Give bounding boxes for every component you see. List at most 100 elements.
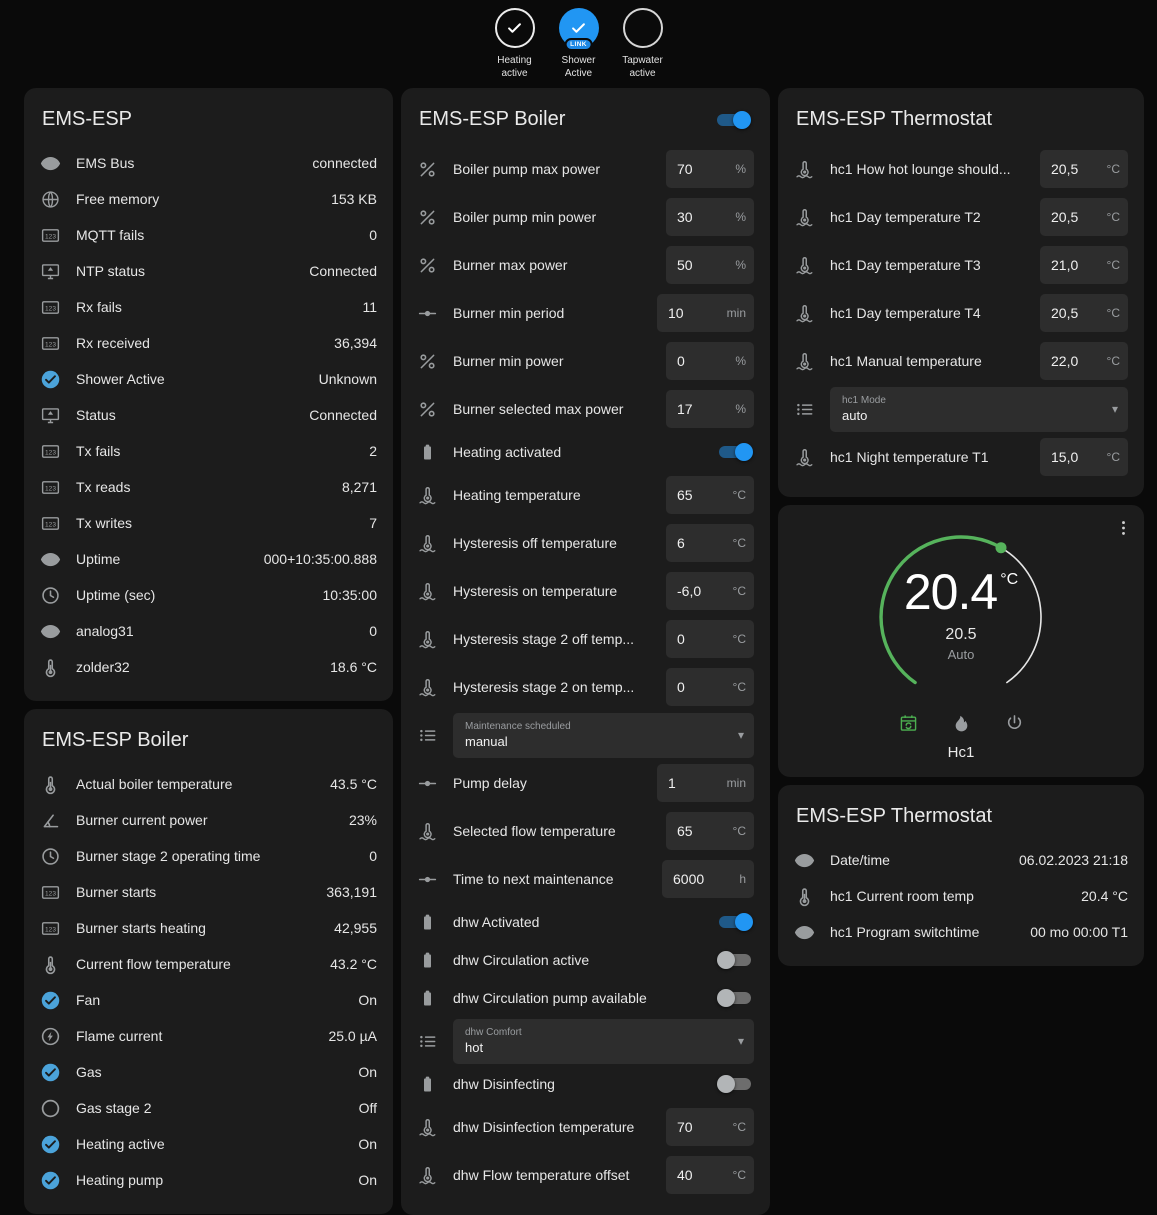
row-hysteresis-on-temperature: Hysteresis on temperature-6,0°C: [417, 567, 754, 615]
number-input-hysteresis-stage-2-off-temp[interactable]: 0°C: [666, 620, 754, 658]
row-rx-fails[interactable]: 123Rx fails11: [40, 289, 377, 325]
row-uptime[interactable]: Uptime000+10:35:00.888: [40, 541, 377, 577]
row-burner-starts-heating[interactable]: 123Burner starts heating42,955: [40, 910, 377, 946]
row-zolder32[interactable]: zolder3218.6 °C: [40, 649, 377, 685]
row-actual-boiler-temperature[interactable]: Actual boiler temperature43.5 °C: [40, 766, 377, 802]
row-label: Rx received: [76, 335, 319, 351]
number-input-hc1-day-temperature-t3[interactable]: 21,0°C: [1040, 246, 1128, 284]
select-dhw-comfort[interactable]: dhw Comforthot▾: [453, 1019, 754, 1064]
badge-label: Heating active: [487, 55, 543, 80]
number-input-hysteresis-off-temperature[interactable]: 6°C: [666, 524, 754, 562]
row-tx-writes[interactable]: 123Tx writes7: [40, 505, 377, 541]
number-input-boiler-pump-max-power[interactable]: 70%: [666, 150, 754, 188]
number-input-selected-flow-temperature[interactable]: 65°C: [666, 812, 754, 850]
select-maintenance-scheduled[interactable]: Maintenance scheduledmanual▾: [453, 713, 754, 758]
row-tx-fails[interactable]: 123Tx fails2: [40, 433, 377, 469]
row-ems-bus[interactable]: EMS Busconnected: [40, 145, 377, 181]
thermostat-name: Hc1: [794, 744, 1128, 761]
thermo-water-icon: [417, 1117, 438, 1138]
row-hc1-program-switchtime[interactable]: hc1 Program switchtime00 mo 00:00 T1: [794, 914, 1128, 950]
number-input-burner-max-power[interactable]: 50%: [666, 246, 754, 284]
toggle-dhw-activated[interactable]: [716, 912, 754, 932]
boiler-icon: [417, 988, 438, 1009]
row-label: dhw Flow temperature offset: [453, 1167, 651, 1183]
dots-vertical-icon: [1113, 518, 1134, 538]
number-input-burner-min-period[interactable]: 10min: [657, 294, 754, 332]
row-fan[interactable]: FanOn: [40, 982, 377, 1018]
number-input-hc1-day-temperature-t2[interactable]: 20,5°C: [1040, 198, 1128, 236]
row-status[interactable]: StatusConnected: [40, 397, 377, 433]
row-flame-current[interactable]: Flame current25.0 µA: [40, 1018, 377, 1054]
toggle-dhw-circulation-pump-available[interactable]: [716, 988, 754, 1008]
number-input-dhw-flow-temperature-offset[interactable]: 40°C: [666, 1156, 754, 1194]
number-input-hc1-manual-temperature[interactable]: 22,0°C: [1040, 342, 1128, 380]
card-header: EMS-ESP Thermostat: [794, 797, 1128, 842]
row-value: 43.2 °C: [330, 956, 377, 972]
number-input-pump-delay[interactable]: 1min: [657, 764, 754, 802]
row-current-flow-temperature[interactable]: Current flow temperature43.2 °C: [40, 946, 377, 982]
row-hc1-current-room-temp[interactable]: hc1 Current room temp20.4 °C: [794, 878, 1128, 914]
number-input-hysteresis-stage-2-on-temp[interactable]: 0°C: [666, 668, 754, 706]
number-input-hysteresis-on-temperature[interactable]: -6,0°C: [666, 572, 754, 610]
calendar-sync-button[interactable]: [895, 710, 922, 736]
toggle-dhw-disinfecting[interactable]: [716, 1074, 754, 1094]
row-boiler-pump-max-power: Boiler pump max power70%: [417, 145, 754, 193]
row-date-time[interactable]: Date/time06.02.2023 21:18: [794, 842, 1128, 878]
row-burner-current-power[interactable]: Burner current power23%: [40, 802, 377, 838]
percent-icon: [417, 159, 438, 180]
row-selected-flow-temperature: Selected flow temperature65°C: [417, 807, 754, 855]
number-unit: %: [735, 210, 746, 224]
badge-tapwater-active[interactable]: Tapwater active: [614, 8, 672, 80]
toggle-dhw-circulation-active[interactable]: [716, 950, 754, 970]
number-input-dhw-disinfection-temperature[interactable]: 70°C: [666, 1108, 754, 1146]
number-input-hc1-night-temperature-t1[interactable]: 15,0°C: [1040, 438, 1128, 476]
badge-circle: [495, 8, 535, 48]
row-label: dhw Activated: [453, 914, 701, 930]
row-heating-active[interactable]: Heating activeOn: [40, 1126, 377, 1162]
toggle-heating-activated[interactable]: [716, 442, 754, 462]
thermostat-dial[interactable]: 20.4°C20.5Auto: [861, 525, 1061, 708]
row-burner-starts[interactable]: 123Burner starts363,191: [40, 874, 377, 910]
badge-heating-active[interactable]: Heating active: [486, 8, 544, 80]
row-label: Hysteresis stage 2 on temp...: [453, 679, 651, 695]
percent-icon: [417, 351, 438, 372]
number-input-boiler-pump-min-power[interactable]: 30%: [666, 198, 754, 236]
row-burner-stage-2-operating-time[interactable]: Burner stage 2 operating time0: [40, 838, 377, 874]
row-free-memory[interactable]: Free memory153 KB: [40, 181, 377, 217]
row-label: dhw Disinfection temperature: [453, 1119, 651, 1135]
counter-icon: 123: [40, 918, 61, 939]
badge-shower-active[interactable]: LINKShower Active: [550, 8, 608, 80]
fire-button[interactable]: [948, 710, 975, 736]
power-icon: [1004, 713, 1025, 733]
row-shower-active[interactable]: Shower ActiveUnknown: [40, 361, 377, 397]
number-input-burner-selected-max-power[interactable]: 17%: [666, 390, 754, 428]
number-input-hc1-how-hot-lounge-should[interactable]: 20,5°C: [1040, 150, 1128, 188]
power-button[interactable]: [1001, 710, 1028, 736]
row-gas-stage-2[interactable]: Gas stage 2 Off: [40, 1090, 377, 1126]
card-header-toggle[interactable]: [714, 110, 752, 130]
row-dhw-circulation-pump-available: dhw Circulation pump available: [417, 979, 754, 1017]
row-tx-reads[interactable]: 123Tx reads8,271: [40, 469, 377, 505]
number-unit: %: [735, 258, 746, 272]
thermometer-icon: [40, 657, 61, 678]
calendar-sync-icon: [898, 713, 919, 733]
row-mqtt-fails[interactable]: 123MQTT fails0: [40, 217, 377, 253]
row-uptime-sec[interactable]: Uptime (sec)10:35:00: [40, 577, 377, 613]
number-input-heating-temperature[interactable]: 65°C: [666, 476, 754, 514]
row-ntp-status[interactable]: NTP statusConnected: [40, 253, 377, 289]
row-label: Gas stage 2: [76, 1100, 344, 1116]
select-hc1-mode[interactable]: hc1 Modeauto▾: [830, 387, 1128, 432]
row-analog31[interactable]: analog310: [40, 613, 377, 649]
number-input-burner-min-power[interactable]: 0%: [666, 342, 754, 380]
row-value: 7: [369, 515, 377, 531]
number-input-hc1-day-temperature-t4[interactable]: 20,5°C: [1040, 294, 1128, 332]
row-label: Free memory: [76, 191, 316, 207]
row-gas[interactable]: GasOn: [40, 1054, 377, 1090]
row-value: 43.5 °C: [330, 776, 377, 792]
number-input-time-to-next-maintenance[interactable]: 6000h: [662, 860, 754, 898]
row-rx-received[interactable]: 123Rx received36,394: [40, 325, 377, 361]
more-options-button[interactable]: [1110, 515, 1136, 541]
row-label: hc1 Manual temperature: [830, 353, 1025, 369]
row-heating-pump[interactable]: Heating pumpOn: [40, 1162, 377, 1198]
row-value: Off: [359, 1100, 377, 1116]
